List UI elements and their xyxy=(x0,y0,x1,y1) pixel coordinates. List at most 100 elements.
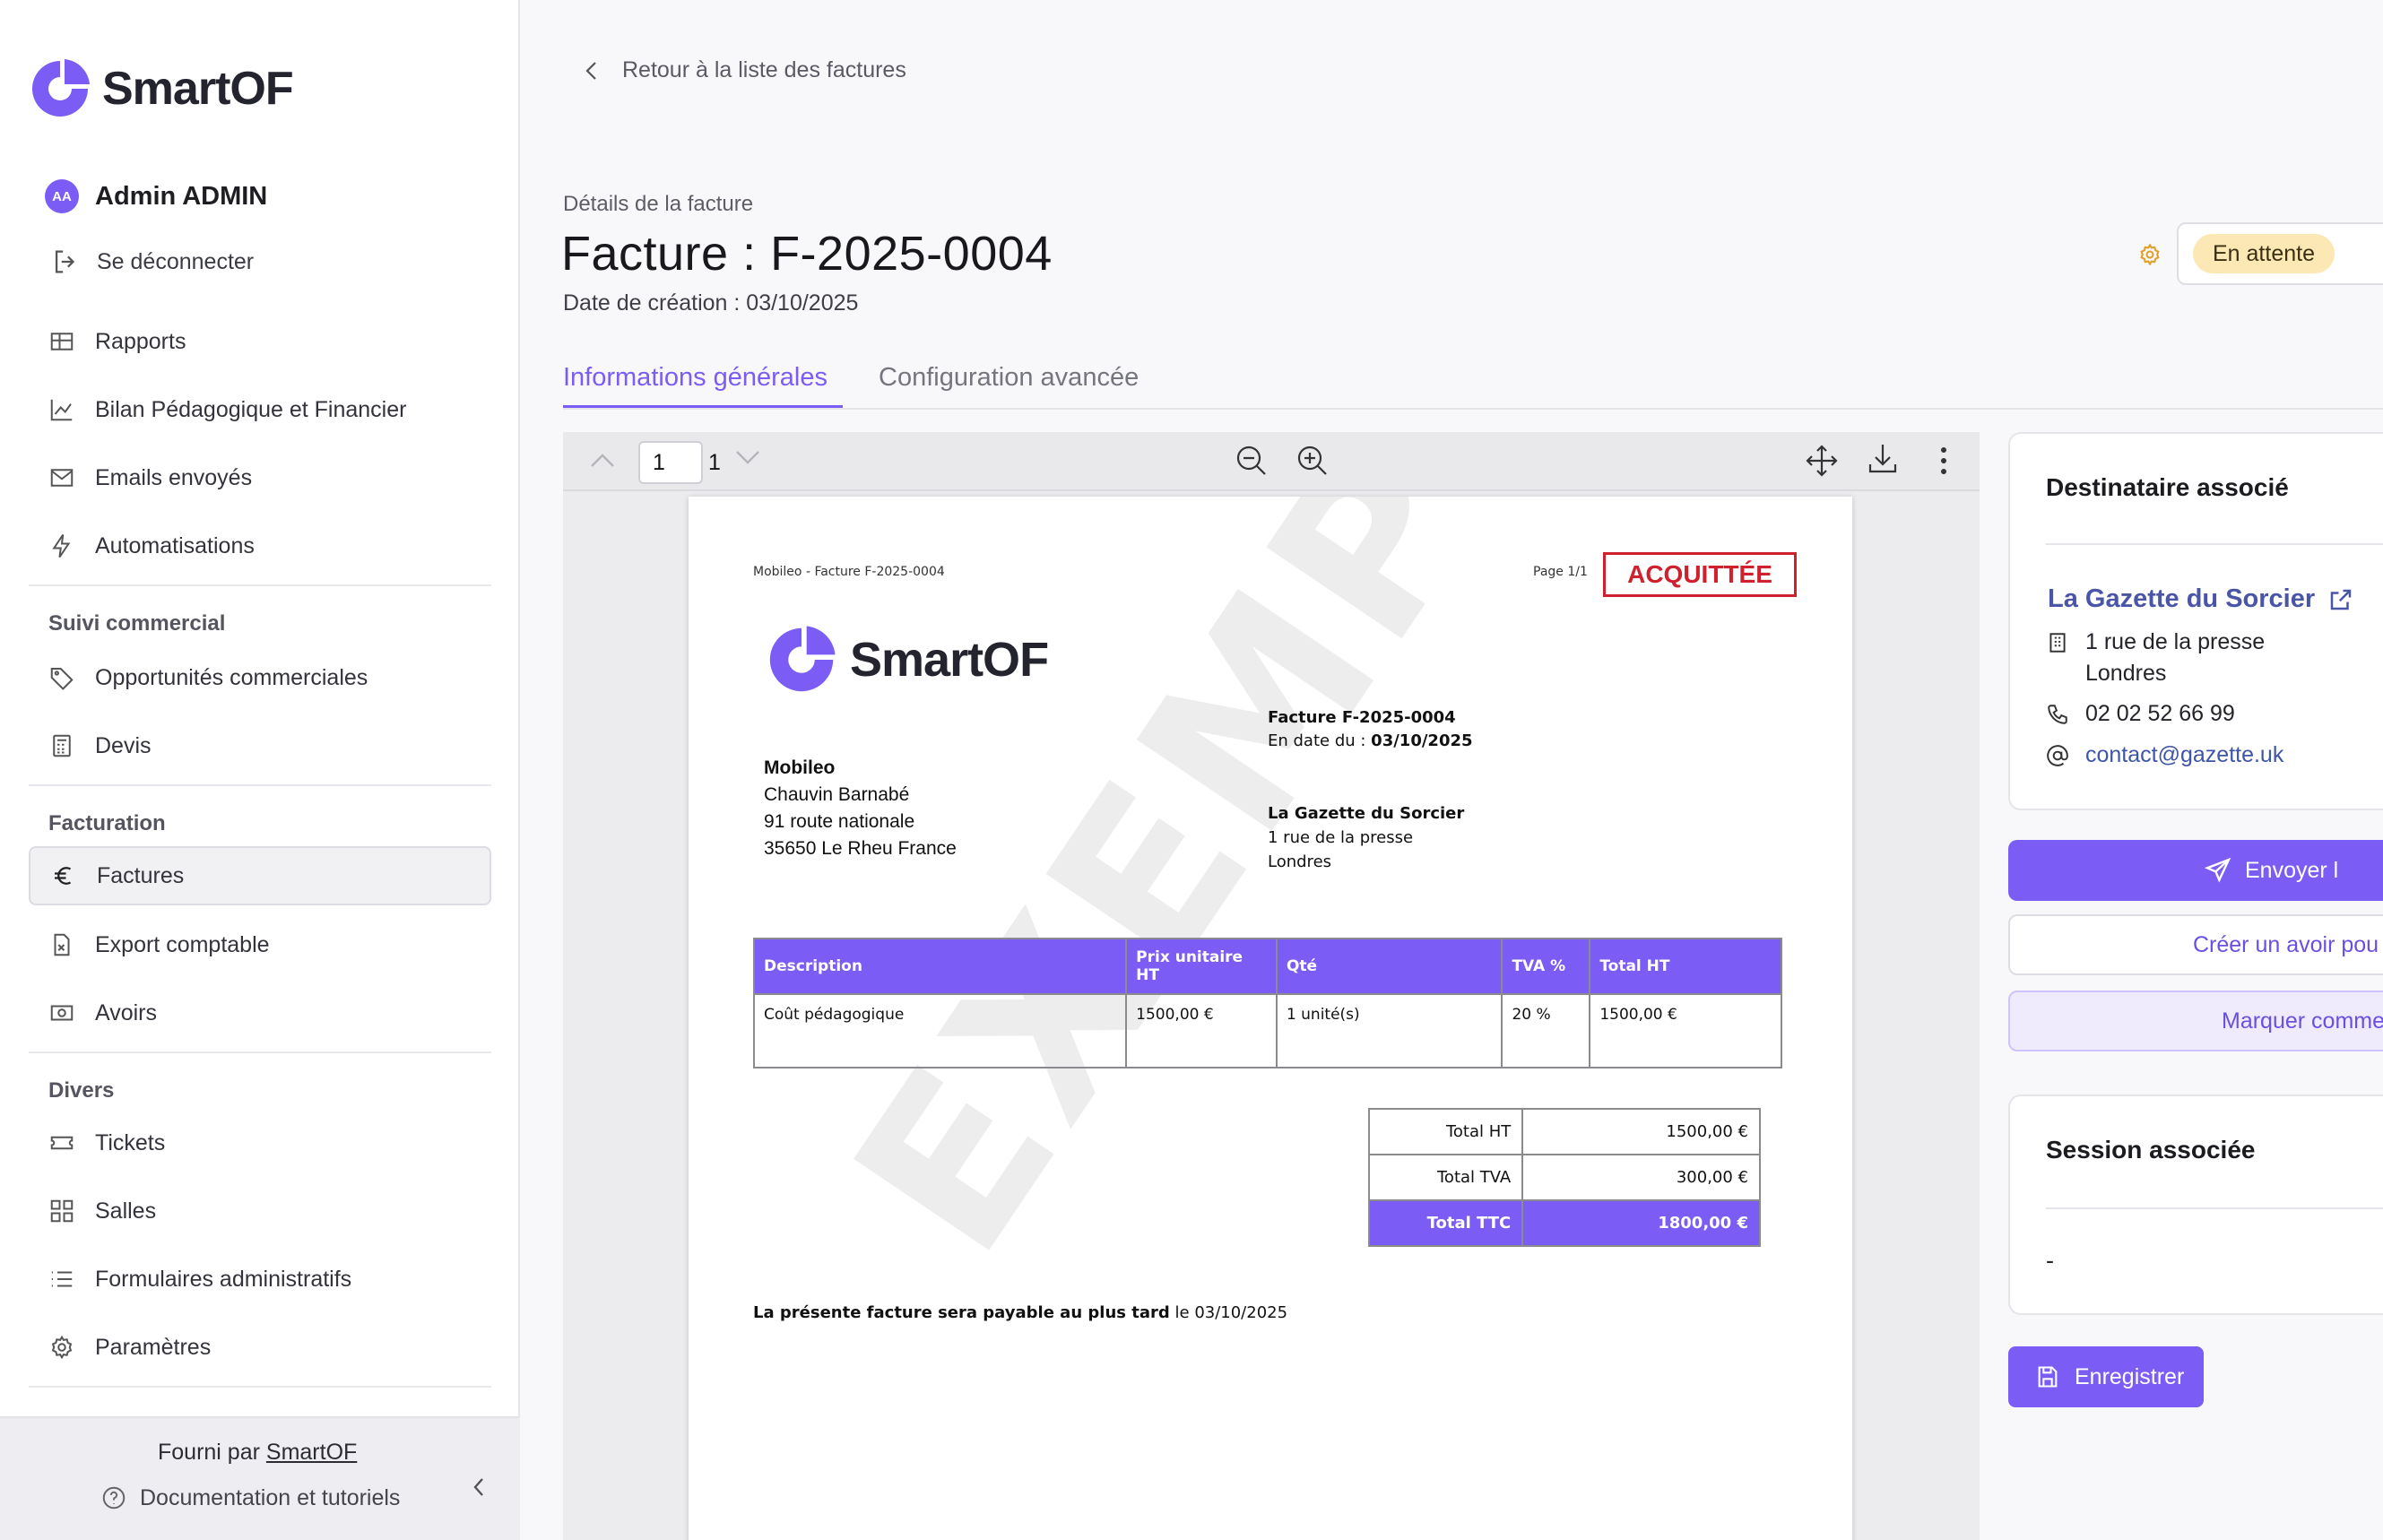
invoice-logo-text: SmartOF xyxy=(850,633,1049,687)
nav-label: Formulaires administratifs xyxy=(95,1266,352,1292)
recipient-street: 1 rue de la presse xyxy=(1268,828,1414,847)
page-total: 1 xyxy=(708,450,721,475)
cash-icon xyxy=(50,1005,74,1021)
next-page-icon[interactable] xyxy=(730,439,766,475)
sidebar-footer: Fourni par SmartOF Documentation et tuto… xyxy=(0,1416,520,1540)
payment-due-note: La présente facture sera payable au plus… xyxy=(753,1303,1287,1322)
list-icon xyxy=(51,1271,73,1287)
tab-informations-generales[interactable]: Informations générales xyxy=(563,363,828,393)
invoice-totals-table: Total HT 1500,00 € Total TVA 300,00 € To… xyxy=(1367,1108,1761,1247)
mark-as-button[interactable]: Marquer comme xyxy=(2008,991,2383,1051)
nav-item-bilan[interactable]: Bilan Pédagogique et Financier xyxy=(29,380,491,439)
nav-label: Tickets xyxy=(95,1129,166,1155)
tag-icon xyxy=(50,668,74,690)
avatar: AA xyxy=(45,179,79,213)
tab-configuration-avancee[interactable]: Configuration avancée xyxy=(879,363,1139,393)
invoice-lines-table: Description Prix unitaire HT Qté TVA % T… xyxy=(752,938,1782,1068)
logout-label: Se déconnecter xyxy=(97,248,255,274)
back-to-invoices-link[interactable]: Retour à la liste des factures xyxy=(581,57,906,83)
nav-item-devis[interactable]: Devis xyxy=(29,716,491,775)
status-settings-icon[interactable] xyxy=(2137,242,2162,267)
envelope-icon xyxy=(50,469,74,487)
recipient-card-title: Destinataire associé xyxy=(2046,473,2289,501)
nav-label: Bilan Pédagogique et Financier xyxy=(95,396,407,422)
status-badge: En attente xyxy=(2193,234,2335,273)
column-header: TVA % xyxy=(1501,938,1591,995)
sender-city: 35650 Le Rheu France xyxy=(764,838,957,859)
logout-icon xyxy=(55,250,75,273)
recipient-email-link[interactable]: contact@gazette.uk xyxy=(2085,742,2283,768)
nav-item-parametres[interactable]: Paramètres xyxy=(29,1318,491,1377)
nav-item-tickets[interactable]: Tickets xyxy=(29,1113,491,1172)
pan-move-icon[interactable] xyxy=(1804,443,1840,479)
building-icon xyxy=(2049,633,2066,653)
nav-item-salles[interactable]: Salles xyxy=(29,1181,491,1241)
session-card-title: Session associée xyxy=(2046,1136,2256,1164)
total-label: Total HT xyxy=(1367,1108,1524,1155)
app-logo[interactable]: SmartOF xyxy=(27,56,294,122)
table-cell: 1500,00 € xyxy=(1589,993,1782,1068)
nav-item-opportunites[interactable]: Opportunités commerciales xyxy=(29,648,491,707)
table-icon xyxy=(50,333,74,350)
nav-item-automatisations[interactable]: Automatisations xyxy=(29,516,491,575)
save-button[interactable]: Enregistrer xyxy=(2008,1346,2204,1407)
nav-item-emails[interactable]: Emails envoyés xyxy=(29,448,491,507)
phone-icon xyxy=(2048,705,2067,724)
table-row: Coût pédagogique 1500,00 € 1 unité(s) 20… xyxy=(752,993,1782,1068)
ticket-icon xyxy=(50,1136,74,1150)
nav-item-factures[interactable]: Factures xyxy=(29,846,491,905)
collapse-sidebar-icon[interactable] xyxy=(468,1474,490,1501)
recipient-street: 1 rue de la presse xyxy=(2085,629,2266,654)
nav-divider xyxy=(29,784,491,786)
powered-link[interactable]: SmartOF xyxy=(266,1440,357,1465)
zoom-out-icon[interactable] xyxy=(1234,443,1269,479)
recipient-phone-number: 02 02 52 66 99 xyxy=(2085,701,2235,726)
previous-page-icon[interactable] xyxy=(585,443,620,479)
table-cell: 20 % xyxy=(1501,993,1591,1068)
invoice-header-ref: Mobileo - Facture F-2025-0004 xyxy=(753,565,945,579)
page-number-input[interactable]: 1 xyxy=(638,441,703,484)
powered-prefix: Fourni par xyxy=(158,1440,260,1465)
more-vertical-icon[interactable] xyxy=(1926,443,1962,479)
nav-label: Factures xyxy=(97,862,185,888)
invoice-meta: Facture F-2025-0004 En date du : 03/10/2… xyxy=(1268,706,1473,753)
tab-bar: Informations générales Configuration ava… xyxy=(563,363,2383,410)
page-title: Facture : F-2025-0004 xyxy=(561,227,1053,281)
nav-label: Devis xyxy=(95,732,152,758)
sender-company: Mobileo xyxy=(764,757,836,778)
total-ttc-row: Total TTC 1800,00 € xyxy=(1367,1199,1761,1247)
smartof-logo-icon xyxy=(769,626,836,692)
paid-stamp: ACQUITTÉE xyxy=(1603,552,1797,597)
mark-label: Marquer comme xyxy=(2222,1008,2383,1034)
euro-icon xyxy=(55,867,72,885)
logout-button[interactable]: Se déconnecter xyxy=(50,247,254,277)
invoice-date: 03/10/2025 xyxy=(1371,731,1473,750)
user-profile[interactable]: AA Admin ADMIN xyxy=(45,179,267,213)
card-divider xyxy=(2046,1207,2383,1209)
calculator-icon xyxy=(53,734,71,757)
table-cell: Coût pédagogique xyxy=(752,993,1128,1068)
nav-item-avoirs[interactable]: Avoirs xyxy=(29,983,491,1043)
total-row: Total HT 1500,00 € xyxy=(1367,1108,1761,1155)
docs-link[interactable]: Documentation et tutoriels xyxy=(100,1484,400,1511)
invoice-recipient: La Gazette du Sorcier 1 rue de la presse… xyxy=(1268,801,1464,874)
recipient-address: 1 rue de la presse Londres xyxy=(2046,629,2265,687)
nav-item-rapports[interactable]: Rapports xyxy=(29,312,491,371)
recipient-company: La Gazette du Sorcier xyxy=(1268,804,1465,823)
zoom-in-icon[interactable] xyxy=(1295,443,1330,479)
nav-item-export[interactable]: Export comptable xyxy=(29,915,491,974)
nav-item-formulaires[interactable]: Formulaires administratifs xyxy=(29,1250,491,1309)
pdf-viewer: 1 1 EXEMPLE Mobileo - Facture F-2025-000… xyxy=(563,432,1980,1540)
send-label: Envoyer l xyxy=(2245,857,2339,883)
recipient-link[interactable]: La Gazette du Sorcier xyxy=(2048,584,2354,614)
send-invoice-button[interactable]: Envoyer l xyxy=(2008,840,2383,901)
column-header: Prix unitaire HT xyxy=(1125,938,1278,995)
nav-section-commercial: Suivi commercial xyxy=(48,611,226,636)
total-value: 1800,00 € xyxy=(1521,1199,1761,1247)
docs-label: Documentation et tutoriels xyxy=(140,1484,401,1510)
create-credit-note-button[interactable]: Créer un avoir pou xyxy=(2008,914,2383,975)
smartof-logo-icon xyxy=(32,59,90,117)
download-icon[interactable] xyxy=(1865,441,1901,477)
user-name: Admin ADMIN xyxy=(95,181,268,211)
sender-street: 91 route nationale xyxy=(764,811,915,832)
